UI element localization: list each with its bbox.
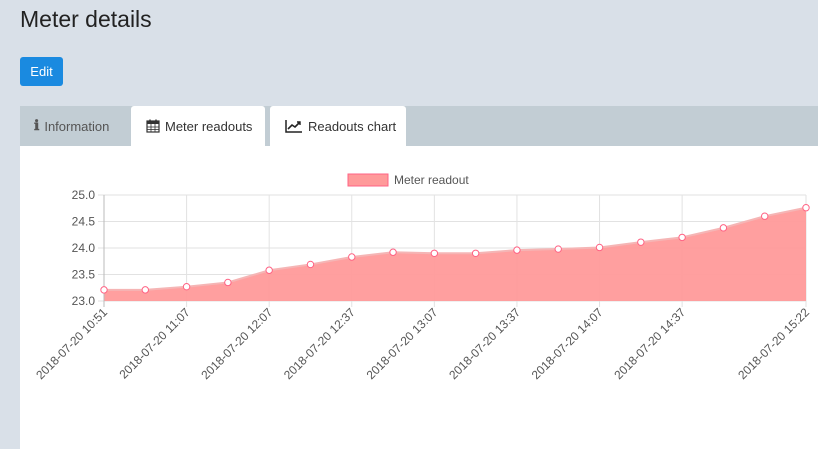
y-tick-label: 25.0 — [72, 188, 96, 202]
y-tick-label: 23.5 — [72, 268, 96, 282]
edit-button[interactable]: Edit — [20, 57, 63, 86]
x-tick-label: 2018-07-20 14:37 — [611, 305, 688, 382]
data-point — [348, 253, 356, 261]
x-tick-label: 2018-07-20 13:37 — [446, 305, 523, 382]
data-point — [637, 238, 645, 246]
data-point — [306, 260, 315, 269]
data-point — [224, 278, 232, 287]
data-point — [761, 212, 769, 220]
x-tick-label: 2018-07-20 10:51 — [33, 305, 110, 382]
tab-readouts-chart[interactable]: Readouts chart — [270, 106, 406, 146]
calendar-icon — [146, 119, 160, 133]
data-point — [719, 224, 728, 232]
legend-swatch — [347, 173, 389, 187]
data-point — [678, 233, 686, 242]
data-point — [182, 282, 191, 291]
x-tick-label: 2018-07-20 13:07 — [364, 305, 441, 382]
y-tick-label: 23.0 — [72, 294, 96, 308]
y-tick-label: 24.5 — [72, 215, 96, 229]
chart-panel: Meter readout 25.0 24.5 24.0 23.5 23.0 2018-07… — [20, 146, 818, 449]
x-tick-label: 2018-07-20 12:37 — [281, 305, 358, 382]
data-point — [141, 286, 149, 294]
x-tick-label: 2018-07-20 11:07 — [116, 305, 192, 381]
data-point — [100, 286, 108, 294]
y-tick-label: 24.0 — [72, 241, 96, 255]
x-tick-label: 2018-07-20 12:07 — [198, 305, 275, 382]
line-chart-icon — [285, 119, 303, 133]
x-tick-label: 2018-07-20 15:22 — [735, 305, 812, 382]
data-point — [595, 243, 604, 252]
data-point — [389, 248, 397, 256]
tab-information[interactable]: ℹ Information — [34, 106, 130, 146]
data-point — [513, 246, 521, 254]
info-icon: ℹ — [34, 118, 40, 134]
data-point — [554, 245, 562, 253]
tab-information-label: Information — [44, 118, 110, 134]
x-tick-label: 2018-07-20 14:07 — [529, 305, 606, 382]
data-point — [430, 249, 439, 258]
tab-meter-readouts-label: Meter readouts — [165, 118, 253, 134]
data-point — [265, 266, 273, 274]
data-point — [802, 204, 810, 212]
readouts-chart: Meter readout25.024.524.023.523.02018-07… — [33, 173, 812, 382]
tab-meter-readouts[interactable]: Meter readouts — [131, 106, 265, 146]
legend-label: Meter readout — [394, 173, 469, 187]
tab-bar: ℹ Information Meter readouts Readouts ch… — [20, 106, 818, 146]
page-title: Meter details — [20, 6, 152, 32]
data-point — [471, 249, 480, 258]
tab-readouts-chart-label: Readouts chart — [308, 118, 397, 134]
